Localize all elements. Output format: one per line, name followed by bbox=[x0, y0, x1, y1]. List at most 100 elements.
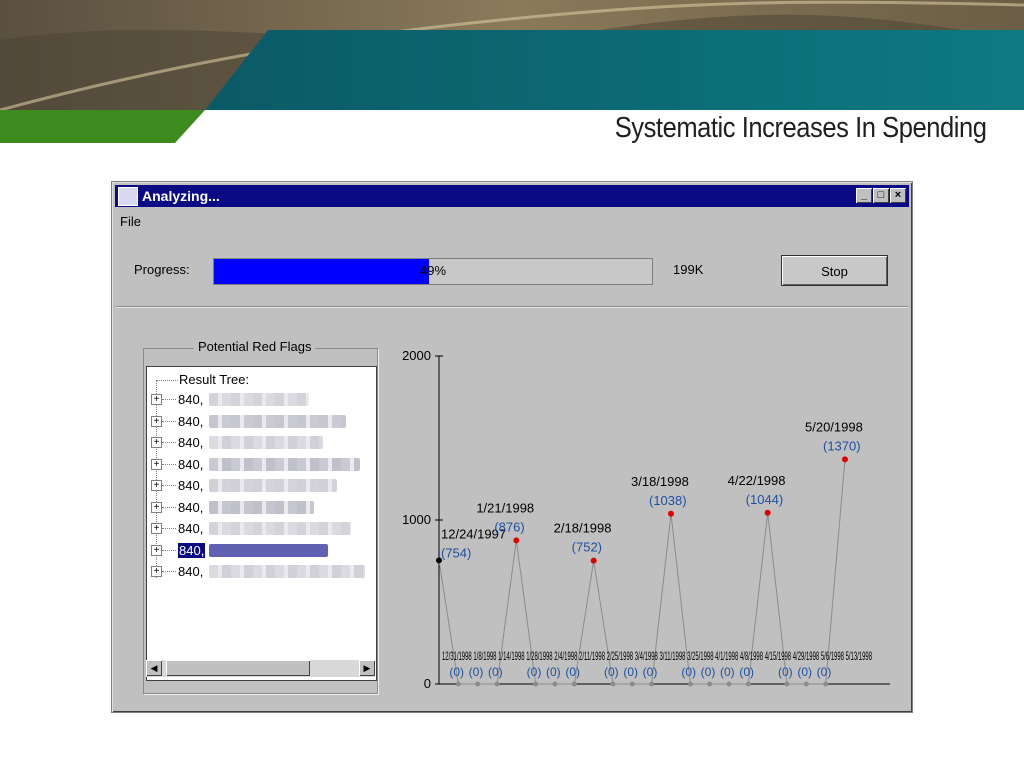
redacted-text bbox=[209, 457, 360, 471]
point-date-label: 2/18/1998 bbox=[554, 521, 612, 536]
tree-item-label: 840, bbox=[178, 392, 204, 407]
window-titlebar[interactable]: Analyzing... _ □ × bbox=[115, 185, 909, 207]
expand-icon[interactable]: + bbox=[151, 566, 162, 577]
tree-connector bbox=[162, 399, 176, 400]
point-value-label: (0) bbox=[469, 665, 484, 679]
maximize-button[interactable]: □ bbox=[873, 188, 889, 203]
tree-connector bbox=[162, 571, 176, 572]
redacted-text bbox=[209, 500, 314, 514]
point-value-label: (752) bbox=[572, 540, 602, 555]
point-value-label: (0) bbox=[817, 665, 832, 679]
scroll-right-button[interactable]: ▶ bbox=[359, 660, 375, 676]
redacted-text bbox=[209, 414, 346, 428]
tree-horizontal-scrollbar[interactable]: ◀ ▶ bbox=[146, 660, 375, 677]
redacted-text bbox=[209, 522, 351, 535]
tree-item-label: 840, bbox=[178, 435, 204, 450]
data-point bbox=[494, 681, 500, 687]
point-value-label: (0) bbox=[643, 665, 658, 679]
data-point bbox=[649, 681, 655, 687]
tree-connector bbox=[162, 485, 176, 486]
java-app-icon bbox=[118, 187, 138, 206]
close-button[interactable]: × bbox=[890, 188, 906, 203]
data-point bbox=[610, 681, 616, 687]
point-value-label: (0) bbox=[449, 665, 464, 679]
minimize-button[interactable]: _ bbox=[856, 188, 872, 203]
analyzing-window: Analyzing... _ □ × File Progress: 49% 19… bbox=[111, 181, 913, 713]
tree-item[interactable]: +840, bbox=[147, 433, 376, 453]
tree-connector bbox=[162, 549, 176, 551]
window-title: Analyzing... bbox=[142, 188, 220, 204]
expand-icon[interactable]: + bbox=[151, 437, 162, 448]
tree-item[interactable]: +840, bbox=[147, 562, 376, 582]
data-point bbox=[784, 681, 790, 687]
tree-item-label: 840, bbox=[178, 499, 204, 515]
tree-connector bbox=[162, 420, 176, 422]
data-point bbox=[687, 681, 693, 687]
tree-item-label: 840, bbox=[178, 542, 206, 558]
data-point bbox=[668, 510, 674, 517]
expand-icon[interactable]: + bbox=[151, 394, 162, 405]
point-value-label: (1038) bbox=[649, 493, 687, 508]
point-date-label: 5/20/1998 bbox=[805, 419, 863, 434]
redacted-text bbox=[209, 436, 323, 449]
scroll-thumb[interactable] bbox=[166, 660, 310, 676]
point-date-label: 4/22/1998 bbox=[728, 473, 786, 488]
red-flags-group-title: Potential Red Flags bbox=[194, 339, 316, 354]
point-value-label: (0) bbox=[527, 665, 542, 679]
expand-icon[interactable]: + bbox=[151, 480, 162, 491]
scroll-left-button[interactable]: ◀ bbox=[146, 660, 162, 676]
tree-connector bbox=[162, 442, 176, 443]
size-readout: 199K bbox=[673, 262, 704, 277]
menu-file[interactable]: File bbox=[120, 214, 141, 229]
stop-button[interactable]: Stop bbox=[781, 255, 888, 286]
tree-item-label: 840, bbox=[178, 456, 204, 472]
expand-icon[interactable]: + bbox=[151, 501, 162, 513]
tree-connector bbox=[162, 506, 176, 508]
data-point bbox=[513, 537, 520, 544]
data-point bbox=[533, 681, 539, 687]
data-point bbox=[803, 681, 809, 687]
data-point bbox=[764, 509, 771, 516]
tree-item-label: 840, bbox=[178, 521, 204, 536]
separator bbox=[116, 306, 908, 308]
point-value-label: (1370) bbox=[823, 438, 861, 453]
point-date-label: 1/21/1998 bbox=[476, 500, 534, 515]
result-tree[interactable]: Result Tree: +840, +840, +840, +840, +840, +8… bbox=[146, 366, 377, 681]
point-value-label: (0) bbox=[701, 665, 716, 679]
data-point bbox=[590, 557, 597, 564]
y-tick-label: 2000 bbox=[402, 348, 431, 363]
point-value-label: (0) bbox=[488, 665, 503, 679]
point-value-label: (0) bbox=[720, 665, 735, 679]
tree-item[interactable]: +840, bbox=[147, 390, 376, 410]
progress-bar: 49% bbox=[213, 258, 653, 285]
data-point bbox=[842, 456, 848, 463]
data-point bbox=[475, 681, 481, 687]
expand-icon[interactable]: + bbox=[151, 544, 162, 556]
expand-icon[interactable]: + bbox=[151, 415, 162, 427]
point-value-label: (0) bbox=[739, 665, 754, 679]
point-value-label: (0) bbox=[797, 665, 812, 679]
tree-item-label: 840, bbox=[178, 478, 204, 493]
progress-percent: 49% bbox=[419, 263, 447, 278]
redacted-text bbox=[209, 565, 365, 578]
tree-item[interactable]: +840, bbox=[147, 519, 376, 539]
tree-item[interactable]: +840, bbox=[147, 476, 376, 496]
overlapping-date-labels: 12/31/1998 1/8/1998 1/14/1998 1/28/1998 … bbox=[442, 649, 872, 663]
expand-icon[interactable]: + bbox=[151, 523, 162, 534]
data-point bbox=[552, 681, 558, 687]
y-tick-label: 0 bbox=[424, 676, 431, 691]
tree-item[interactable]: +840, bbox=[147, 541, 376, 561]
data-point bbox=[571, 681, 577, 687]
expand-icon[interactable]: + bbox=[151, 458, 162, 470]
tree-item[interactable]: +840, bbox=[147, 412, 376, 432]
point-value-label: (1044) bbox=[746, 492, 784, 507]
data-point bbox=[726, 681, 732, 687]
point-value-label: (876) bbox=[494, 519, 524, 534]
spending-chart: 0 1000 2000 12/31/1998 1/8/1998 1/14/1998 1… bbox=[402, 348, 890, 691]
tree-connector bbox=[162, 528, 176, 529]
point-value-label: (0) bbox=[565, 665, 580, 679]
tree-item[interactable]: +840, bbox=[147, 498, 376, 518]
redacted-text bbox=[209, 543, 328, 557]
tree-item[interactable]: +840, bbox=[147, 455, 376, 475]
data-point bbox=[629, 681, 635, 687]
